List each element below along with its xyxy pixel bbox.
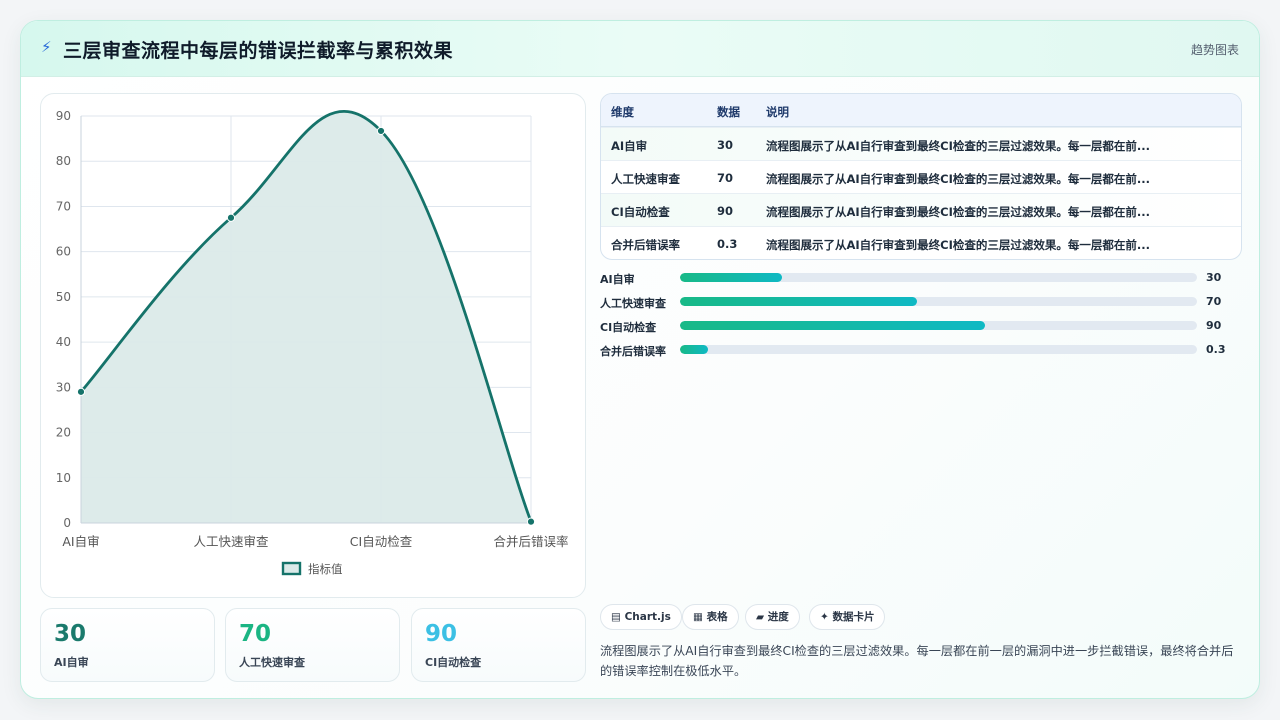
table-cell: 70 — [717, 171, 734, 185]
x-tick-label: 合并后错误率 — [493, 534, 568, 549]
x-tick-label: CI自动检查 — [350, 534, 413, 549]
data-point — [226, 213, 236, 222]
chart-icon: ▤ — [611, 611, 621, 623]
table-cell: 合并后错误率 — [611, 238, 680, 252]
chip-progress[interactable]: ▰ 进度 — [745, 604, 800, 630]
y-tick-label: 0 — [63, 516, 71, 530]
y-tick-label: 70 — [56, 199, 71, 213]
lightning-icon: ⚡ — [41, 38, 52, 56]
table-header-cell: 说明 — [766, 105, 789, 119]
kpi-value: 70 — [239, 621, 272, 647]
table-cell: 流程图展示了从AI自行审查到最终CI检查的三层过滤效果。每一层都在前... — [766, 238, 1150, 252]
progress-value: 70 — [1206, 295, 1222, 308]
progress-row: 人工快速审查 70 — [600, 293, 1242, 311]
y-tick-label: 60 — [56, 245, 71, 259]
progress-track — [680, 273, 1197, 282]
kpi-label: 人工快速审查 — [239, 656, 305, 669]
y-tick-label: 50 — [56, 290, 71, 304]
report-card: ⚡ 三层审查流程中每层的错误拦截率与累积效果 趋势图表 0 10 20 30 40 50 6… — [20, 20, 1260, 699]
progress-label: CI自动检查 — [600, 321, 657, 334]
page-title: 三层审查流程中每层的错误拦截率与累积效果 — [63, 40, 454, 62]
chip-label: 进度 — [767, 611, 789, 623]
progress-label: 人工快速审查 — [600, 297, 666, 310]
y-tick-label: 80 — [56, 154, 71, 168]
chip-label: 表格 — [706, 611, 728, 623]
table-cell: AI自审 — [611, 139, 648, 153]
progress-row: 合并后错误率 0.3 — [600, 341, 1242, 359]
progress-label: AI自审 — [600, 273, 635, 286]
progress-fill — [680, 273, 782, 282]
x-tick-label: AI自审 — [62, 534, 99, 549]
y-tick-label: 10 — [56, 471, 71, 485]
table-header-cell: 数据 — [717, 105, 740, 119]
progress-row: CI自动检查 90 — [600, 317, 1242, 335]
table-cell: 流程图展示了从AI自行审查到最终CI检查的三层过滤效果。每一层都在前... — [766, 139, 1150, 153]
y-tick-label: 90 — [56, 109, 71, 123]
data-point — [526, 517, 536, 526]
table-header: 维度 数据 说明 — [601, 94, 1241, 127]
table-cell: 人工快速审查 — [611, 172, 680, 186]
y-tick-label: 40 — [56, 335, 71, 349]
table-row: 人工快速审查 70 流程图展示了从AI自行审查到最终CI检查的三层过滤效果。每一… — [601, 160, 1241, 193]
table-row: AI自审 30 流程图展示了从AI自行审查到最终CI检查的三层过滤效果。每一层都… — [601, 127, 1241, 160]
progress-track — [680, 297, 1197, 306]
area-chart: 0 10 20 30 40 50 60 70 80 90 AI自审 人工快速审查 CI自动检查 合并后错误… — [56, 109, 569, 576]
chip-label: 数据卡片 — [832, 611, 875, 623]
kpi-card: 90 CI自动检查 — [411, 608, 586, 682]
progress-value: 90 — [1206, 319, 1222, 332]
data-point — [376, 126, 386, 136]
table-cell: 流程图展示了从AI自行审查到最终CI检查的三层过滤效果。每一层都在前... — [766, 205, 1150, 219]
progress-icon: ▰ — [756, 611, 765, 623]
table-cell: CI自动检查 — [611, 205, 670, 219]
progress-fill — [680, 345, 708, 354]
legend-label: 指标值 — [308, 562, 343, 576]
data-point — [76, 387, 86, 396]
table-cell: 0.3 — [717, 237, 738, 251]
header: ⚡ 三层审查流程中每层的错误拦截率与累积效果 趋势图表 — [21, 21, 1259, 77]
table-cell: 30 — [717, 138, 734, 152]
kpi-label: CI自动检查 — [425, 656, 482, 669]
x-tick-label: 人工快速审查 — [193, 534, 269, 549]
chip-label: Chart.js — [624, 611, 671, 623]
chip-chartjs[interactable]: ▤ Chart.js — [600, 604, 682, 630]
table-cell: 流程图展示了从AI自行审查到最终CI检查的三层过滤效果。每一层都在前... — [766, 172, 1150, 186]
kpi-value: 90 — [425, 621, 458, 647]
legend-swatch — [281, 561, 302, 576]
description: 流程图展示了从AI自行审查到最终CI检查的三层过滤效果。每一层都在前一层的漏洞中… — [600, 644, 1234, 678]
kpi-value: 30 — [54, 621, 87, 647]
y-tick-label: 30 — [56, 380, 71, 394]
chip-data-cards[interactable]: ✦ 数据卡片 — [809, 604, 886, 630]
kpi-card: 70 人工快速审查 — [225, 608, 400, 682]
progress-fill — [680, 321, 985, 330]
progress-fill — [680, 297, 917, 306]
chart-panel: 0 10 20 30 40 50 60 70 80 90 AI自审 人工快速审查 CI自动检查 合并后错误… — [40, 93, 586, 598]
table-row: CI自动检查 90 流程图展示了从AI自行审查到最终CI检查的三层过滤效果。每一… — [601, 193, 1241, 226]
chart-type-tag: 趋势图表 — [1190, 43, 1239, 57]
progress-value: 0.3 — [1206, 343, 1226, 356]
progress-track — [680, 345, 1197, 354]
progress-track — [680, 321, 1197, 330]
table-header-cell: 维度 — [611, 105, 634, 119]
kpi-label: AI自审 — [54, 656, 89, 669]
chip-table[interactable]: ▦ 表格 — [682, 604, 739, 630]
progress-value: 30 — [1206, 271, 1222, 284]
table-icon: ▦ — [693, 611, 703, 623]
kpi-card: 30 AI自审 — [40, 608, 215, 682]
data-table: 维度 数据 说明 AI自审 30 流程图展示了从AI自行审查到最终CI检查的三层… — [600, 93, 1242, 260]
area-fill — [81, 111, 531, 523]
progress-row: AI自审 30 — [600, 269, 1242, 287]
table-cell: 90 — [717, 204, 734, 218]
sparkle-icon: ✦ — [820, 611, 829, 623]
progress-label: 合并后错误率 — [600, 345, 666, 358]
y-tick-label: 20 — [56, 426, 71, 440]
table-row: 合并后错误率 0.3 流程图展示了从AI自行审查到最终CI检查的三层过滤效果。每… — [601, 226, 1241, 259]
